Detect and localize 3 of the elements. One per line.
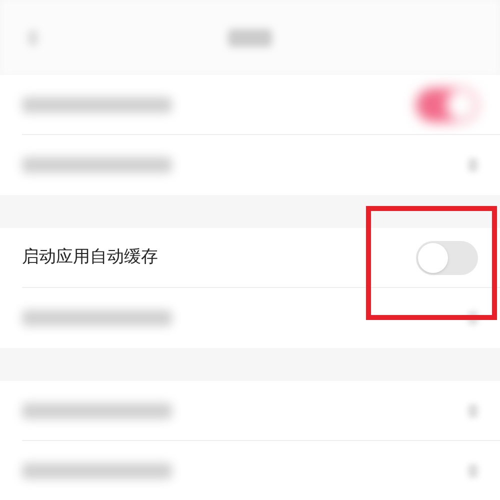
toggle-switch[interactable] [416, 241, 478, 275]
toggle-switch[interactable] [416, 88, 478, 122]
setting-label: 启动应用自动缓存 [22, 246, 158, 270]
